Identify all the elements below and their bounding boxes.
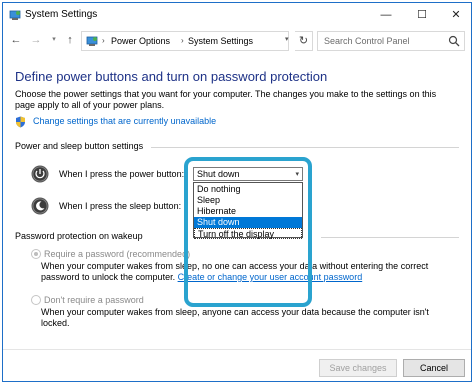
maximize-button[interactable]: ☐ (407, 5, 437, 25)
up-button[interactable]: ↑ (63, 33, 77, 47)
window-title: System Settings (25, 9, 98, 20)
footer-divider (3, 349, 471, 350)
title-bar: System Settings — ☐ ✕ (3, 3, 471, 27)
system-settings-window: System Settings — ☐ ✕ ← → ▾ ↑ › Power Op… (2, 2, 472, 382)
change-settings-link-text[interactable]: Change settings that are currently unava… (33, 116, 216, 126)
breadcrumb-separator-icon: › (102, 36, 105, 45)
shield-icon (16, 116, 25, 128)
search-input[interactable]: Search Control Panel (324, 36, 410, 46)
page-intro: Choose the power settings that you want … (15, 89, 437, 110)
breadcrumb-power-options[interactable]: Power Options (111, 36, 170, 46)
sleep-button-icon (31, 197, 49, 215)
navigation-bar: ← → ▾ ↑ › Power Options › System Setting… (3, 29, 471, 53)
control-panel-icon (9, 10, 21, 20)
dont-require-password-radio[interactable] (31, 295, 41, 305)
dont-require-password-label: Don't require a password (44, 295, 144, 305)
section-divider (151, 147, 459, 148)
section-power-sleep: Power and sleep button settings (15, 141, 144, 151)
search-box[interactable]: Search Control Panel (317, 31, 465, 51)
control-panel-icon (86, 36, 98, 46)
minimize-button[interactable]: — (371, 5, 401, 25)
sleep-button-label: When I press the sleep button: (59, 201, 182, 211)
breadcrumb-system-settings[interactable]: System Settings (188, 36, 253, 46)
require-password-radio[interactable] (31, 249, 41, 259)
back-button[interactable]: ← (9, 33, 23, 47)
save-changes-button[interactable]: Save changes (319, 359, 397, 377)
power-button-icon (31, 165, 49, 183)
address-dropdown-chevron-icon[interactable]: ▾ (285, 35, 289, 43)
main-content: Define power buttons and turn on passwor… (3, 57, 471, 381)
section-password: Password protection on wakeup (15, 231, 143, 241)
breadcrumb-separator-icon: › (181, 36, 184, 45)
dont-require-password-description: When your computer wakes from sleep, any… (41, 307, 429, 328)
recent-locations-chevron-icon[interactable]: ▾ (47, 33, 61, 47)
refresh-button[interactable]: ↻ (295, 31, 313, 51)
section-divider (321, 237, 459, 238)
require-password-label: Require a password (recommended) (44, 249, 191, 259)
close-button[interactable]: ✕ (441, 5, 471, 25)
cancel-button[interactable]: Cancel (403, 359, 465, 377)
search-icon (448, 35, 460, 47)
dropdown-highlight-ring (184, 157, 312, 307)
page-title: Define power buttons and turn on passwor… (15, 69, 328, 84)
forward-button[interactable]: → (29, 33, 43, 47)
address-bar[interactable]: › Power Options › System Settings (81, 31, 289, 51)
power-button-label: When I press the power button: (59, 169, 185, 179)
